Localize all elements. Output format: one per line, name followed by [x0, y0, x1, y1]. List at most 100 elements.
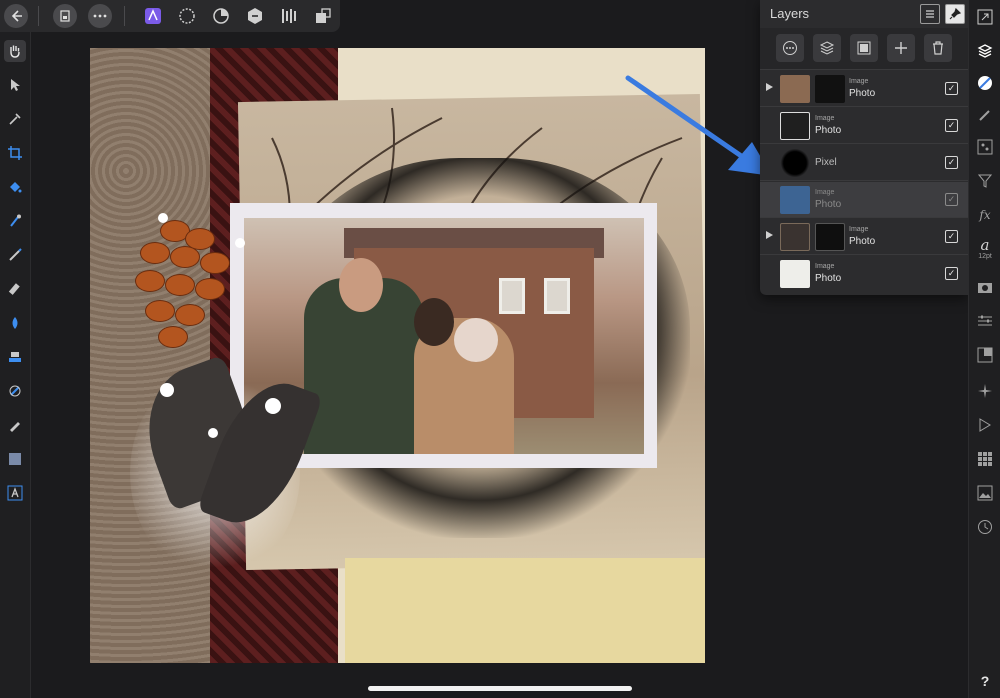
window	[499, 278, 525, 314]
visibility-checkbox[interactable]: ✓	[945, 119, 958, 132]
camera-icon[interactable]	[974, 276, 996, 298]
layer-options-icon[interactable]	[776, 34, 804, 62]
color-picker-icon[interactable]	[4, 108, 26, 130]
snow-dot	[235, 238, 245, 248]
color-icon[interactable]	[974, 72, 996, 94]
baby	[454, 318, 498, 362]
layer-row[interactable]: Pixel ✓	[760, 145, 968, 181]
document-icon[interactable]	[53, 4, 77, 28]
layer-mask-thumbnail	[815, 75, 845, 103]
add-layer-icon[interactable]	[887, 34, 915, 62]
navigator-icon[interactable]	[974, 6, 996, 28]
pixel-persona-icon[interactable]	[176, 5, 198, 27]
text-style-icon[interactable]: a 12pt	[974, 236, 996, 264]
grid-icon[interactable]	[974, 448, 996, 470]
help-icon[interactable]: ?	[974, 670, 996, 692]
divider	[38, 6, 39, 26]
expand-arrow-icon[interactable]	[766, 231, 773, 239]
tools-panel	[0, 32, 31, 698]
layer-name: Photo	[815, 199, 842, 210]
layer-type: Image	[815, 115, 835, 122]
home-indicator	[368, 686, 632, 691]
snap-icon[interactable]	[974, 380, 996, 402]
affinity-photo-app: Layers Image Photo ✓ Image Photo ✓ Pixel…	[0, 0, 1000, 698]
clone-icon[interactable]	[4, 346, 26, 368]
visibility-checkbox[interactable]: ✓	[945, 267, 958, 280]
fill-icon[interactable]	[4, 176, 26, 198]
layer-thumbnail	[780, 75, 810, 103]
visibility-checkbox[interactable]: ✓	[945, 193, 958, 206]
delete-layer-icon[interactable]	[924, 34, 952, 62]
layers-panel-header: Layers	[760, 0, 968, 28]
layer-name: Photo	[815, 125, 842, 136]
snow-dot	[160, 383, 174, 397]
layer-type: Image	[815, 189, 835, 196]
arrange-icon[interactable]	[312, 5, 334, 27]
healing-icon[interactable]	[4, 380, 26, 402]
paint-brush-icon[interactable]	[4, 244, 26, 266]
fx-icon[interactable]: fx	[974, 204, 996, 226]
text-size-label: 12pt	[978, 253, 992, 260]
align-icon[interactable]	[278, 5, 300, 27]
erase-brush-icon[interactable]	[4, 278, 26, 300]
expand-arrow-icon[interactable]	[766, 83, 773, 91]
photo-persona-icon[interactable]	[210, 5, 232, 27]
visibility-checkbox[interactable]: ✓	[945, 156, 958, 169]
hand-icon[interactable]	[4, 40, 26, 62]
more-icon[interactable]	[88, 4, 112, 28]
channels-icon[interactable]	[974, 136, 996, 158]
studio-panel-bar: fx a 12pt ?	[968, 0, 1000, 698]
snow-dot	[208, 428, 218, 438]
pin-icon[interactable]	[945, 4, 965, 24]
layers-panel: Layers Image Photo ✓ Image Photo ✓ Pixel…	[760, 0, 968, 295]
visibility-checkbox[interactable]: ✓	[945, 82, 958, 95]
layer-row[interactable]: Image Photo ✓	[760, 108, 968, 144]
snow-dot	[158, 213, 168, 223]
mask-layer-icon[interactable]	[850, 34, 878, 62]
layer-type: Image	[849, 226, 869, 233]
top-toolbar	[0, 0, 340, 32]
visibility-checkbox[interactable]: ✓	[945, 230, 958, 243]
layer-type: Image	[849, 78, 869, 85]
layer-type: Image	[815, 263, 835, 270]
layer-thumbnail	[780, 112, 810, 140]
flood-select-icon[interactable]	[4, 210, 26, 232]
image-icon[interactable]	[974, 482, 996, 504]
transform-icon[interactable]	[974, 344, 996, 366]
brush-icon[interactable]	[974, 104, 996, 126]
layer-thumbnail	[780, 260, 810, 288]
layer-name: Photo	[849, 88, 876, 99]
layers-toolbar	[760, 28, 968, 70]
designer-persona-icon[interactable]	[142, 5, 164, 27]
divider	[124, 6, 125, 26]
document-canvas[interactable]	[90, 48, 705, 663]
export-persona-icon[interactable]	[244, 5, 266, 27]
layers-panel-title: Layers	[770, 6, 810, 21]
adjustments-icon[interactable]	[974, 310, 996, 332]
move-icon[interactable]	[4, 74, 26, 96]
rectangle-shape-icon[interactable]	[4, 448, 26, 470]
layer-thumbnail	[780, 186, 810, 214]
filter-icon[interactable]	[974, 170, 996, 192]
yellow-paper-layer	[345, 558, 705, 663]
text-frame-icon[interactable]	[4, 482, 26, 504]
person-head	[339, 258, 383, 312]
back-arrow-icon[interactable]	[4, 4, 28, 28]
panel-menu-icon[interactable]	[920, 4, 940, 24]
pen-icon[interactable]	[4, 414, 26, 436]
layer-mask-thumbnail	[815, 223, 845, 251]
layer-name: Photo	[815, 273, 842, 284]
layer-row[interactable]: Image Photo ✓	[760, 256, 968, 292]
layer-stack-icon[interactable]	[813, 34, 841, 62]
layer-thumbnail	[780, 223, 810, 251]
layer-row[interactable]: Image Photo ✓	[760, 71, 968, 107]
play-icon[interactable]	[974, 414, 996, 436]
history-icon[interactable]	[974, 516, 996, 538]
layer-row-dragging[interactable]: Image Photo ✓	[760, 182, 968, 218]
dodge-burn-icon[interactable]	[4, 312, 26, 334]
layers-icon[interactable]	[974, 40, 996, 62]
window	[544, 278, 570, 314]
crop-icon[interactable]	[4, 142, 26, 164]
layer-row[interactable]: Image Photo ✓	[760, 219, 968, 255]
person-head	[414, 298, 454, 346]
